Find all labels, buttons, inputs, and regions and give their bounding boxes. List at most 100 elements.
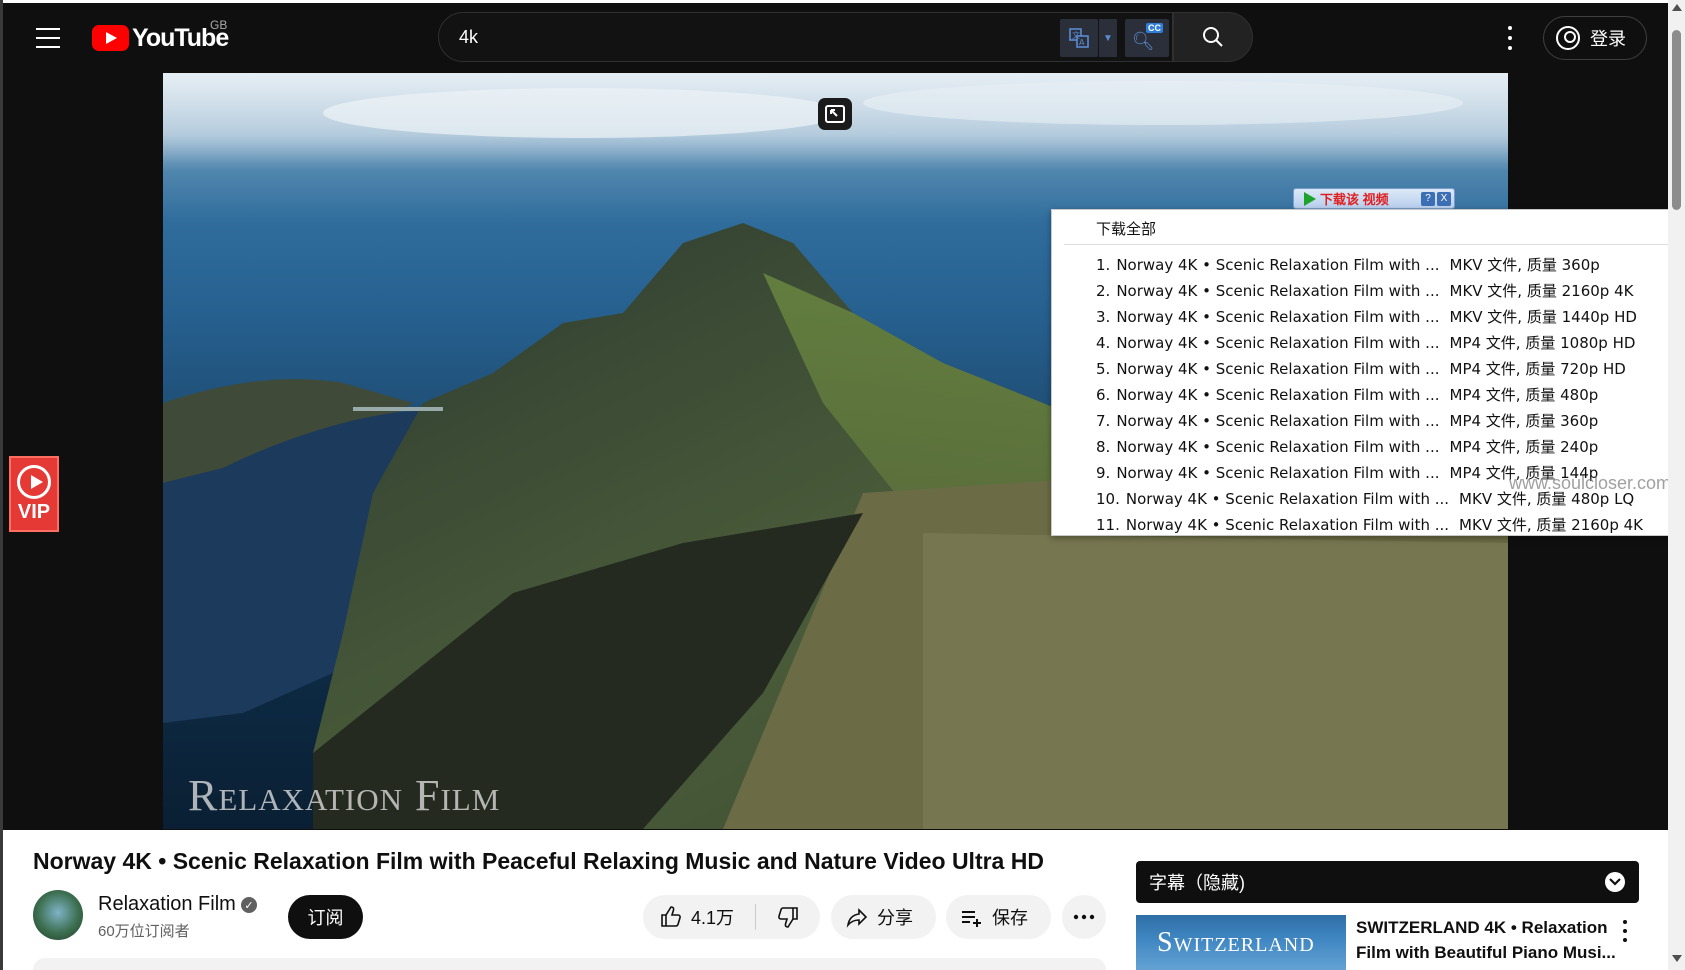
download-option-format: MP4 文件, 质量 360p [1449,412,1599,430]
save-label: 保存 [992,908,1028,928]
site-watermark: www.soulcloser.com [1509,473,1672,493]
more-vert-icon[interactable] [1500,26,1520,50]
download-option-format: MP4 文件, 质量 240p [1449,438,1599,456]
download-option-number: 4. [1096,334,1111,352]
like-button[interactable]: 4.1万 [643,904,755,930]
download-option-number: 9. [1096,464,1111,482]
scroll-down-icon[interactable] [1672,955,1682,962]
download-option-title: Norway 4K • Scenic Relaxation Film with … [1116,256,1440,274]
signin-button[interactable]: 登录 [1543,16,1647,60]
signin-label: 登录 [1590,29,1626,49]
recommended-thumbnail[interactable]: Switzerland [1136,915,1346,970]
download-option-title: Norway 4K • Scenic Relaxation Film with … [1116,386,1440,404]
search-input[interactable] [459,13,1039,61]
account-icon [1556,26,1580,50]
vip-label: VIP [17,500,51,523]
save-button[interactable]: 保存 [946,895,1051,939]
download-option-format: MP4 文件, 质量 1080p HD [1449,334,1636,352]
scroll-up-icon[interactable] [1672,4,1682,11]
download-option-title: Norway 4K • Scenic Relaxation Film with … [1116,308,1440,326]
region-code: GB [210,18,228,32]
download-option-title: Norway 4K • Scenic Relaxation Film with … [1116,334,1440,352]
download-option-number: 8. [1096,438,1111,456]
translate-icon[interactable]: 文A [1060,19,1098,57]
download-option-number: 5. [1096,360,1111,378]
download-option-format: MKV 文件, 质量 2160p 4K [1459,516,1644,534]
download-option-title: Norway 4K • Scenic Relaxation Film with … [1116,282,1440,300]
download-option[interactable]: 1. Norway 4K • Scenic Relaxation Film wit… [1096,252,1643,278]
video-title: Norway 4K • Scenic Relaxation Film with … [33,848,1044,874]
download-option-format: MP4 文件, 质量 720p HD [1449,360,1626,378]
video-watermark: Relaxation Film [188,771,501,820]
vip-badge[interactable]: VIP [9,456,59,532]
like-count: 4.1万 [691,908,735,928]
play-icon [17,464,51,499]
download-option[interactable]: 5. Norway 4K • Scenic Relaxation Film wit… [1096,356,1643,382]
download-option[interactable]: 6. Norway 4K • Scenic Relaxation Film wit… [1096,382,1643,408]
search-box: 文A ▼ 🔍︎CC [438,12,1173,62]
more-actions-button[interactable] [1062,895,1106,939]
download-option-format: MKV 文件, 质量 360p [1449,256,1600,274]
download-option-title: Norway 4K • Scenic Relaxation Film with … [1116,412,1440,430]
download-video-bar[interactable]: 下载该 视频 ? X [1293,188,1455,209]
download-option[interactable]: 7. Norway 4K • Scenic Relaxation Film wit… [1096,408,1643,434]
download-option[interactable]: 4. Norway 4K • Scenic Relaxation Film wit… [1096,330,1643,356]
menu-icon[interactable] [36,28,60,48]
menu-divider [1064,244,1674,245]
subscribe-button[interactable]: 订阅 [288,895,363,939]
close-icon[interactable]: X [1437,191,1451,206]
download-option-number: 6. [1096,386,1111,404]
channel-avatar[interactable] [33,890,83,940]
search-icon [1203,27,1223,47]
download-option[interactable]: 2. Norway 4K • Scenic Relaxation Film wit… [1096,278,1643,304]
download-option-format: MP4 文件, 质量 480p [1449,386,1599,404]
svg-text:A: A [1079,38,1085,47]
thumb-up-icon [661,906,681,927]
download-option-number: 3. [1096,308,1111,326]
download-all-item[interactable]: 下载全部 [1096,218,1156,239]
download-play-icon [1304,191,1316,206]
thumb-down-icon [778,907,798,928]
download-option[interactable]: 8. Norway 4K • Scenic Relaxation Film wit… [1096,434,1643,460]
channel-name[interactable]: Relaxation Film [98,893,236,916]
page-scrollbar[interactable] [1668,0,1685,970]
download-option-title: Norway 4K • Scenic Relaxation Film with … [1116,438,1440,456]
verified-icon: ✓ [241,897,257,913]
download-option-title: Norway 4K • Scenic Relaxation Film with … [1116,360,1440,378]
download-option[interactable]: 3. Norway 4K • Scenic Relaxation Film wit… [1096,304,1643,330]
share-button[interactable]: 分享 [831,895,936,939]
download-option-number: 1. [1096,256,1111,274]
help-icon[interactable]: ? [1421,191,1435,206]
download-option-format: MKV 文件, 质量 1440p HD [1449,308,1637,326]
chevron-down-icon[interactable] [1605,872,1625,892]
download-list: 1. Norway 4K • Scenic Relaxation Film wit… [1096,252,1643,538]
download-option-format: MKV 文件, 质量 2160p 4K [1449,282,1634,300]
download-option-title: Norway 4K • Scenic Relaxation Film with … [1125,516,1450,534]
download-option-number: 2. [1096,282,1111,300]
translate-dropdown-icon[interactable]: ▼ [1099,19,1117,57]
more-vert-icon[interactable] [1620,920,1630,942]
subtitles-panel[interactable]: 字幕（隐藏) [1136,861,1639,903]
page: YouTube GB 文A ▼ 🔍︎CC 登录 [0,0,1685,970]
subscriber-count: 60万位订阅者 [98,923,190,940]
share-icon [846,908,868,928]
download-option-number: 10. [1096,490,1120,508]
description-box[interactable] [33,958,1106,970]
thumbnail-text: Switzerland [1157,927,1315,958]
subtitles-panel-label: 字幕（隐藏) [1149,873,1245,893]
download-option-title: Norway 4K • Scenic Relaxation Film with … [1125,490,1450,508]
download-option-number: 11. [1096,516,1120,534]
youtube-play-icon [92,25,129,51]
like-dislike-group: 4.1万 [643,895,820,939]
miniplayer-icon[interactable] [818,98,852,130]
search-button[interactable] [1173,12,1253,62]
download-option[interactable]: 11. Norway 4K • Scenic Relaxation Film wi… [1096,512,1643,538]
recommended-title[interactable]: SWITZERLAND 4K • Relaxation Film with Be… [1356,915,1621,965]
dislike-button[interactable] [756,905,820,929]
scroll-thumb[interactable] [1672,30,1681,210]
window-edge [0,0,3,970]
download-option-number: 7. [1096,412,1111,430]
more-horiz-icon [1073,914,1095,920]
cc-search-icon[interactable]: 🔍︎ CC [1125,19,1169,57]
youtube-logo[interactable]: YouTube [92,24,229,52]
